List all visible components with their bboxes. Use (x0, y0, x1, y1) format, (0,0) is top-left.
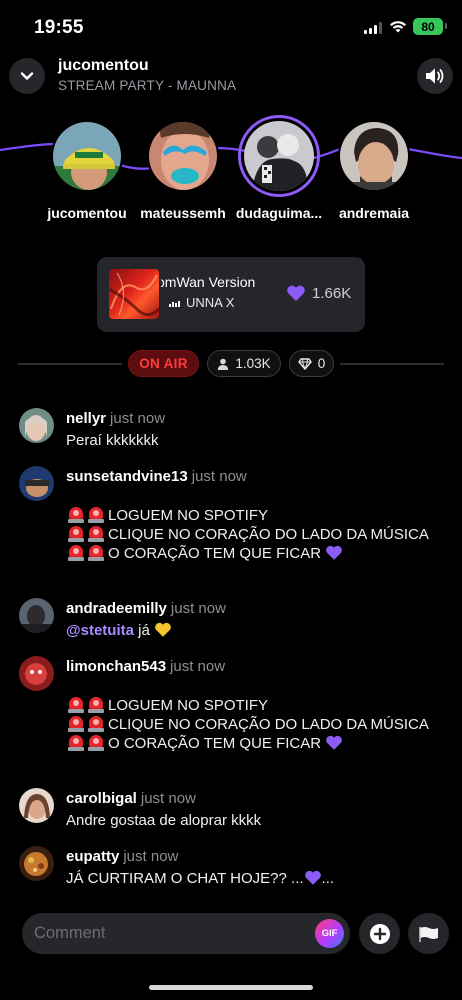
siren-icon (68, 734, 84, 751)
album-art (109, 269, 159, 319)
chat-text: JÁ CURTIRAM O CHAT HOJE?? ...... (66, 870, 335, 887)
wifi-icon (390, 21, 406, 33)
home-indicator[interactable] (149, 985, 313, 990)
room-host-title: jucomentou (58, 57, 149, 74)
report-flag-button[interactable] (408, 913, 449, 954)
track-like-button[interactable]: 1.66K (286, 284, 351, 302)
chat-text-line: CLIQUE NO CORAÇÃO DO LADO DA MÚSICA (68, 525, 429, 544)
divider (18, 363, 122, 365)
chat-username[interactable]: andradeemilly just now (66, 600, 226, 617)
avatar-active-speaker (238, 115, 320, 197)
chat-text-line: O CORAÇÃO TEM QUE FICAR (68, 734, 343, 753)
like-count: 1.66K (312, 284, 352, 302)
diamond-icon (298, 357, 312, 370)
siren-icon (68, 715, 84, 732)
participant-name: mateussemh (140, 205, 226, 221)
siren-icon (68, 696, 84, 713)
track-title: omWan Version (161, 274, 256, 290)
participant-name: dudaguima... (235, 205, 323, 221)
chat-text-line: O CORAÇÃO TEM QUE FICAR (68, 544, 343, 563)
siren-icon (88, 715, 104, 732)
purple-heart-icon (326, 545, 343, 560)
collapse-button[interactable] (9, 58, 45, 94)
chat-username[interactable]: eupatty just now (66, 848, 178, 865)
avatar (51, 120, 123, 192)
speaker-icon (426, 68, 444, 84)
chat-text-line: CLIQUE NO CORAÇÃO DO LADO DA MÚSICA (68, 715, 429, 734)
chat-username[interactable]: nellyr just now (66, 410, 165, 427)
listener-count: 1.03K (235, 356, 271, 371)
gem-count: 0 (317, 356, 326, 371)
siren-icon (88, 544, 104, 561)
track-artist: UNNA X (169, 295, 234, 310)
participant-dudaguima[interactable]: dudaguima... (229, 115, 329, 221)
siren-icon (88, 525, 104, 542)
chevron-down-icon (20, 72, 34, 80)
participant-mateussemh[interactable]: mateussemh (133, 120, 233, 221)
siren-icon (88, 734, 104, 751)
chat-text-line: LOGUEM NO SPOTIFY (68, 696, 268, 715)
avatar[interactable] (19, 408, 54, 443)
heart-icon (287, 285, 305, 301)
avatar[interactable] (19, 598, 54, 633)
avatar[interactable] (19, 466, 54, 501)
chat-text: Andre gostaa de aloprar kkkk (66, 812, 262, 829)
avatar[interactable] (19, 788, 54, 823)
cellular-signal-icon (364, 22, 382, 34)
siren-icon (88, 696, 104, 713)
siren-icon (68, 525, 84, 542)
chat-text-line: LOGUEM NO SPOTIFY (68, 506, 268, 525)
status-bar: 19:55 80 (0, 0, 462, 54)
person-icon (218, 358, 229, 370)
add-button[interactable] (359, 913, 400, 954)
avatar[interactable] (19, 846, 54, 881)
gems-pill[interactable]: 0 (289, 350, 334, 377)
flag-icon (418, 926, 438, 942)
purple-heart-icon (326, 735, 343, 750)
chat-username[interactable]: limonchan543 just now (66, 658, 225, 675)
avatar (338, 120, 410, 192)
status-time: 19:55 (34, 17, 84, 38)
room-header: jucomentou STREAM PARTY - MAUNNA (0, 54, 462, 100)
mention-link[interactable]: @stetuita (66, 622, 134, 639)
chat-text: @stetuita já (66, 621, 172, 640)
yellow-heart-icon (155, 622, 171, 637)
comment-placeholder: Comment (34, 924, 106, 942)
chat-username[interactable]: sunsetandvine13 just now (66, 468, 247, 485)
volume-button[interactable] (417, 58, 453, 94)
comment-input[interactable]: Comment GIF (22, 913, 350, 954)
chat-username[interactable]: carolbigal just now (66, 790, 196, 807)
participant-jucomentou[interactable]: jucomentou (37, 120, 137, 221)
battery-indicator: 80 (413, 18, 447, 35)
participant-andremaia[interactable]: andremaia (324, 120, 424, 221)
on-air-badge: ON AIR (128, 350, 199, 377)
participant-name: andremaia (338, 205, 410, 221)
participants-row: jucomentou mateussemh dudaguima... andre… (0, 115, 462, 230)
siren-icon (88, 506, 104, 523)
siren-icon (68, 544, 84, 561)
divider (340, 363, 444, 365)
siren-icon (68, 506, 84, 523)
participant-name: jucomentou (47, 205, 127, 221)
avatar (147, 120, 219, 192)
avatar[interactable] (19, 656, 54, 691)
listener-count-pill[interactable]: 1.03K (207, 350, 281, 377)
gif-button[interactable]: GIF (315, 919, 344, 948)
chat-text: Peraí kkkkkkk (66, 432, 159, 449)
equalizer-icon (169, 299, 180, 307)
purple-heart-icon (304, 870, 321, 885)
room-subtitle: STREAM PARTY - MAUNNA (58, 78, 237, 93)
plus-icon (369, 923, 390, 944)
